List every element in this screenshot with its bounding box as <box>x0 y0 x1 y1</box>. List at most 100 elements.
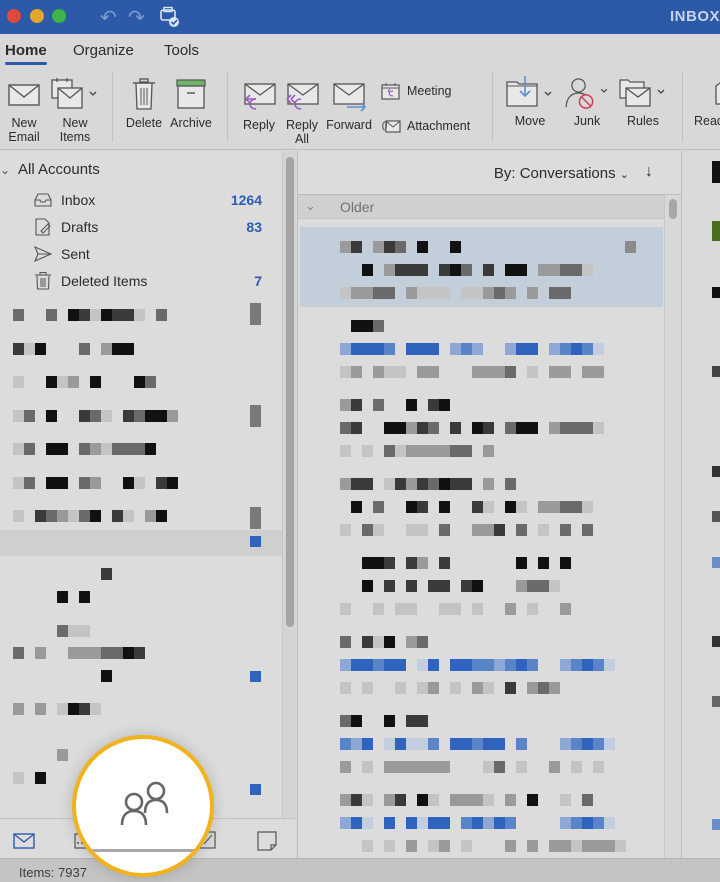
message-list-scrollbar[interactable] <box>664 195 681 858</box>
attachment-button[interactable]: Attachment <box>381 118 470 134</box>
redacted-block <box>428 399 439 411</box>
redacted-block <box>167 476 178 489</box>
delete-button[interactable]: Delete <box>124 78 164 130</box>
redacted-block <box>46 309 57 321</box>
new-email-button[interactable]: New Email <box>4 78 44 144</box>
redacted-block <box>24 476 35 489</box>
redacted-block <box>461 580 472 592</box>
folder-pane-scrollbar[interactable] <box>282 151 296 858</box>
junk-button[interactable]: Junk <box>562 76 612 128</box>
reply-all-button[interactable]: Reply All <box>282 80 322 146</box>
redacted-block <box>406 580 417 592</box>
redacted-block <box>373 501 384 513</box>
redacted-block <box>483 366 494 378</box>
folder-deleted-items[interactable]: Deleted Items 7 <box>34 272 264 292</box>
redacted-block <box>101 342 112 355</box>
maximize-window-button[interactable] <box>52 9 66 23</box>
close-window-button[interactable] <box>7 9 21 23</box>
redacted-block <box>428 738 439 750</box>
tab-organize[interactable]: Organize <box>73 42 134 59</box>
folder-sent[interactable]: Sent <box>34 245 264 265</box>
new-items-button[interactable]: New Items <box>50 78 100 144</box>
redacted-block <box>79 409 90 422</box>
redacted-block <box>340 366 351 378</box>
new-items-icon <box>51 78 97 109</box>
redacted-block <box>483 817 494 829</box>
folder-drafts[interactable]: Drafts 83 <box>34 218 264 238</box>
redacted-block <box>406 445 417 457</box>
tab-home[interactable]: Home <box>5 42 47 59</box>
scrollbar-thumb[interactable] <box>286 157 294 627</box>
redacted-block <box>593 366 604 378</box>
minimize-window-button[interactable] <box>30 9 44 23</box>
undo-icon[interactable]: ↶ <box>100 5 117 30</box>
redacted-block <box>156 409 167 422</box>
scrollbar-thumb[interactable] <box>669 199 677 219</box>
redacted-block <box>527 422 538 434</box>
folder-inbox[interactable]: Inbox 1264 <box>34 191 264 211</box>
group-header-older[interactable]: ⌄ Older <box>298 195 664 219</box>
redacted-block <box>406 715 417 727</box>
redacted-block <box>340 636 351 648</box>
chevron-down-icon[interactable]: ⌄ <box>305 198 316 214</box>
redacted-block <box>439 580 450 592</box>
sort-by-dropdown[interactable]: By: Conversations ⌄ <box>494 165 629 182</box>
rules-button[interactable]: Rules <box>618 76 668 128</box>
redacted-block <box>516 580 527 592</box>
redacted-block <box>549 287 560 299</box>
redacted-block <box>549 501 560 513</box>
redacted-block <box>571 761 582 773</box>
redacted-block <box>472 501 483 513</box>
reply-button[interactable]: Reply <box>240 80 278 132</box>
all-accounts-label: All Accounts <box>18 161 100 178</box>
redacted-block <box>35 510 46 522</box>
tab-tools[interactable]: Tools <box>164 42 199 59</box>
redacted-block <box>582 422 593 434</box>
archive-button[interactable]: Archive <box>168 78 214 130</box>
redacted-block <box>571 817 582 829</box>
redacted-block <box>112 443 123 455</box>
forward-button[interactable]: Forward <box>324 80 374 132</box>
selected-folder-row[interactable] <box>0 530 282 556</box>
redacted-block <box>505 287 516 299</box>
nav-divider <box>76 849 210 852</box>
sort-by-label: By: Conversations <box>493 165 616 182</box>
redacted-block <box>472 287 483 299</box>
redacted-block <box>156 510 167 522</box>
notes-icon[interactable] <box>257 831 277 851</box>
redacted-block <box>406 817 417 829</box>
redacted-block <box>384 422 395 434</box>
redacted-block <box>406 399 417 411</box>
redacted-block <box>516 761 527 773</box>
junk-label: Junk <box>573 114 601 128</box>
read-unread-button[interactable]: Read <box>694 76 720 128</box>
redacted-block <box>593 840 604 852</box>
redacted-block <box>24 409 35 422</box>
mail-icon[interactable] <box>13 833 35 849</box>
attachment-label: Attachment <box>407 119 471 133</box>
redacted-block <box>373 603 384 615</box>
redacted-block <box>472 422 483 434</box>
redacted-block <box>112 647 123 659</box>
redacted-block <box>362 738 373 750</box>
message-list-header: By: Conversations ⌄ ↓ <box>298 151 681 195</box>
redacted-block <box>90 376 101 388</box>
people-icon[interactable] <box>116 779 176 829</box>
sort-direction-arrow-icon[interactable]: ↓ <box>645 163 653 181</box>
redacted-block <box>351 738 362 750</box>
sync-printer-icon[interactable] <box>158 6 180 34</box>
move-button[interactable]: Move <box>505 76 555 128</box>
redacted-block <box>57 376 68 388</box>
redacted-block <box>450 343 461 355</box>
redacted-block <box>395 682 406 694</box>
ribbon-toolbar: New Email New Items Delete Archive Reply… <box>0 66 720 150</box>
redacted-block <box>362 343 373 355</box>
people-nav-highlight[interactable] <box>72 735 214 877</box>
meeting-button[interactable]: Meeting <box>381 82 451 100</box>
redacted-block <box>340 445 351 457</box>
redacted-block <box>123 309 134 321</box>
redo-icon[interactable]: ↷ <box>128 5 145 30</box>
chevron-down-icon[interactable]: ⌄ <box>0 163 10 177</box>
redacted-block <box>560 422 571 434</box>
redacted-block <box>79 703 90 715</box>
